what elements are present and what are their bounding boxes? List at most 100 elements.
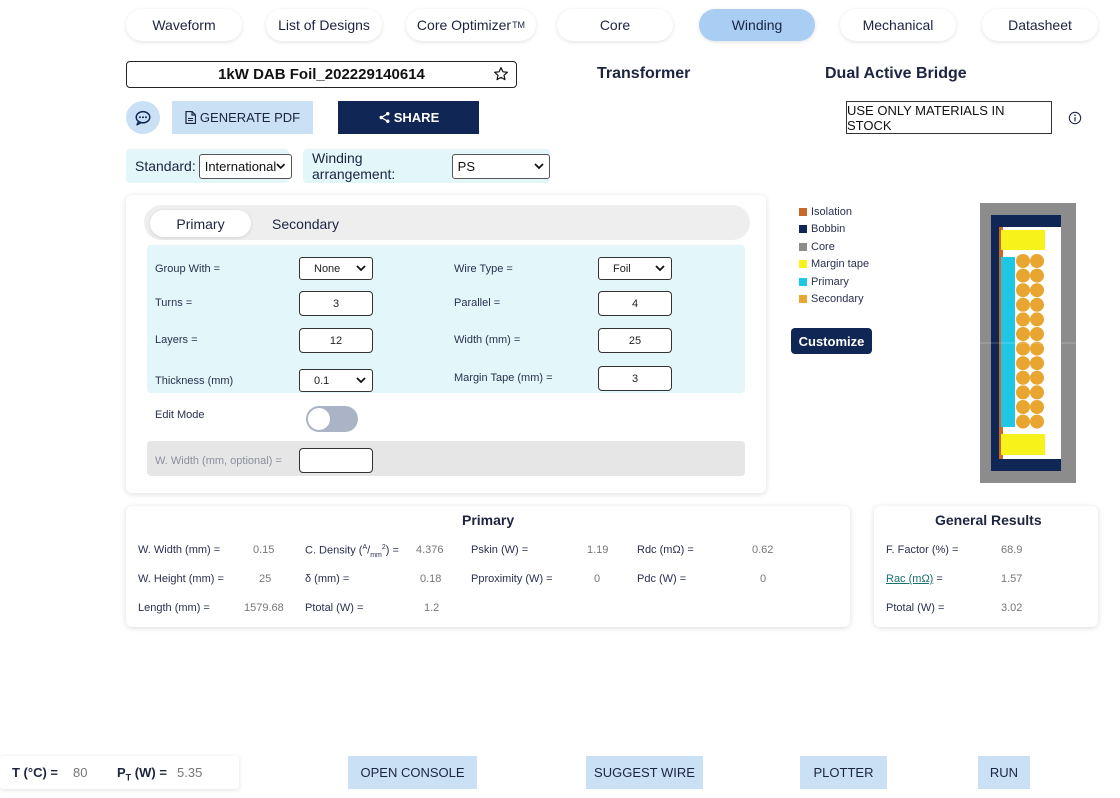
use-only-stock-button[interactable]: USE ONLY MATERIALS IN STOCK	[846, 101, 1052, 134]
design-name-text: 1kW DAB Foil_202229140614	[218, 66, 425, 83]
tab-list-of-designs[interactable]: List of Designs	[266, 9, 382, 41]
secondary-turn	[1030, 327, 1044, 341]
secondary-turn	[1030, 254, 1044, 268]
total-power-value: 5.35	[177, 765, 203, 780]
secondary-turn	[1016, 400, 1030, 414]
secondary-turn	[1030, 400, 1044, 414]
share-button[interactable]: SHARE	[338, 101, 479, 134]
f-factor-label: F. Factor (%) =	[886, 544, 959, 556]
secondary-turn	[1016, 370, 1030, 385]
chat-icon	[135, 110, 151, 125]
edit-mode-toggle[interactable]	[306, 406, 358, 432]
component-type: Transformer	[597, 65, 691, 82]
margin-tape-bottom	[1001, 434, 1045, 455]
tab-primary-label: Primary	[176, 215, 225, 232]
swatch	[799, 260, 807, 268]
tab-primary[interactable]: Primary	[150, 210, 251, 237]
w-height-label: W. Height (mm) =	[138, 573, 224, 585]
thickness-value: 0.1	[314, 374, 330, 387]
tab-secondary[interactable]: Secondary	[255, 210, 356, 237]
tab-label: Core Optimizer	[416, 17, 512, 33]
parallel-input[interactable]: 4	[598, 291, 672, 316]
rdc-value: 0.62	[752, 544, 774, 556]
margin-tape-input[interactable]: 3	[598, 366, 672, 391]
swatch	[799, 243, 807, 251]
primary-results-title: Primary	[462, 512, 515, 528]
share-label: SHARE	[393, 110, 440, 125]
info-icon[interactable]	[1068, 111, 1082, 125]
rdc-label: Rdc (mΩ) =	[637, 544, 694, 556]
primary-foil	[1001, 257, 1015, 427]
pdf-file-icon	[185, 111, 196, 124]
total-power-label: PT (W) =	[117, 765, 167, 783]
tab-core-optimizer[interactable]: Core Optimizer TM	[406, 9, 536, 41]
secondary-turn	[1016, 283, 1030, 298]
tab-waveform[interactable]: Waveform	[126, 9, 242, 41]
pdc-label: Pdc (W) =	[637, 573, 687, 585]
tab-mechanical[interactable]: Mechanical	[840, 9, 956, 41]
comments-button[interactable]	[126, 101, 160, 134]
tab-label: Waveform	[152, 17, 216, 33]
standard-select[interactable]: International	[198, 153, 292, 179]
run-button[interactable]: RUN	[978, 756, 1030, 789]
pskin-label: Pskin (W) =	[471, 544, 529, 556]
secondary-turn	[1016, 268, 1030, 283]
chevron-down-icon	[356, 265, 366, 272]
c-density-label: C. Density (A/mm2) =	[305, 544, 399, 559]
secondary-turn	[1030, 268, 1044, 283]
plotter-button[interactable]: PLOTTER	[800, 756, 887, 789]
w-width-result-label: W. Width (mm) =	[138, 544, 221, 556]
w-width-input[interactable]	[299, 448, 373, 473]
layers-input[interactable]: 12	[299, 328, 373, 353]
primary-ptotal-value: 1.2	[424, 602, 440, 614]
tab-core[interactable]: Core	[557, 9, 673, 41]
customize-button[interactable]: Customize	[791, 328, 872, 354]
suggest-wire-button[interactable]: SUGGEST WIRE	[586, 756, 703, 789]
secondary-turn	[1016, 414, 1030, 429]
c-density-value: 4.376	[416, 544, 444, 556]
secondary-turn	[1030, 312, 1044, 327]
run-label: RUN	[989, 765, 1019, 780]
turns-input[interactable]: 3	[299, 291, 373, 316]
tab-winding[interactable]: Winding	[699, 9, 815, 41]
thickness-select[interactable]: 0.1	[299, 369, 373, 392]
tab-datasheet[interactable]: Datasheet	[982, 9, 1098, 41]
stock-label: USE ONLY MATERIALS IN STOCK	[847, 102, 1005, 133]
tab-label: Mechanical	[862, 17, 934, 33]
star-icon[interactable]	[493, 66, 509, 82]
group-with-select[interactable]: None	[299, 257, 373, 280]
w-width-result-value: 0.15	[253, 544, 275, 556]
tab-secondary-label: Secondary	[272, 215, 339, 232]
design-name-field[interactable]: 1kW DAB Foil_202229140614	[126, 61, 517, 88]
rac-link[interactable]: Rac (mΩ)	[886, 573, 933, 585]
general-ptotal-label: Ptotal (W) =	[886, 602, 945, 614]
open-console-button[interactable]: OPEN CONSOLE	[348, 756, 477, 789]
tab-label: Winding	[731, 17, 783, 33]
group-with-value: None	[314, 262, 341, 275]
wire-type-value: Foil	[613, 262, 631, 275]
temperature-value: 80	[73, 765, 88, 780]
share-icon	[379, 111, 390, 124]
rac-value: 1.57	[1001, 573, 1023, 585]
arrangement-select[interactable]: PS	[451, 153, 550, 179]
wire-type-select[interactable]: Foil	[598, 257, 672, 280]
secondary-turn	[1030, 414, 1044, 429]
width-label: Width (mm) =	[454, 334, 521, 346]
edit-mode-label: Edit Mode	[155, 409, 205, 421]
generate-pdf-button[interactable]: GENERATE PDF	[172, 101, 313, 134]
winding-cross-section	[980, 203, 1076, 483]
w-width-label: W. Width (mm, optional) =	[155, 455, 282, 467]
legend-item-secondary: Secondary	[799, 293, 864, 305]
width-input[interactable]: 25	[598, 328, 672, 353]
secondary-turn	[1016, 297, 1030, 312]
length-value: 1579.68	[244, 602, 284, 614]
tab-label: Datasheet	[1008, 17, 1072, 33]
secondary-turn	[1016, 254, 1030, 268]
swatch	[799, 278, 807, 286]
suggest-wire-label: SUGGEST WIRE	[594, 765, 695, 780]
arrangement-label: Winding arrangement:	[312, 150, 396, 182]
legend-label: Core	[811, 241, 835, 253]
turns-label: Turns =	[155, 297, 193, 309]
secondary-turn	[1030, 297, 1044, 312]
swatch	[799, 208, 807, 216]
